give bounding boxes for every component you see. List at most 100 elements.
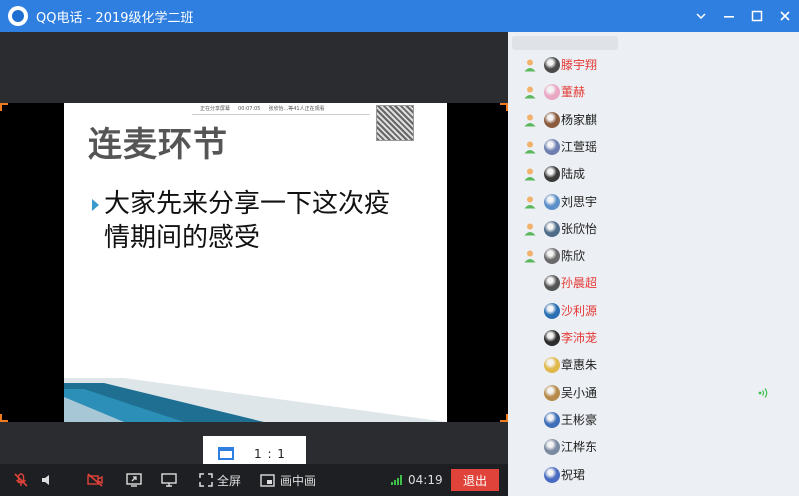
member-row[interactable]: 张欣怡	[508, 216, 799, 243]
member-row[interactable]: 沙利源	[508, 298, 799, 325]
title-bar: QQ电话 - 2019级化学二班	[0, 0, 799, 32]
frame-corner	[500, 414, 508, 422]
member-name: 陆成	[561, 167, 586, 182]
member-row[interactable]: 祝珺	[508, 462, 799, 489]
close-button[interactable]	[771, 0, 799, 32]
share-status-bar: 正在分享屏幕 00:07:05 张欣怡...等41人正在观看	[192, 103, 370, 115]
window-icon	[218, 447, 234, 460]
member-avatar	[544, 57, 560, 73]
member-name: 吴小通	[561, 385, 598, 400]
member-name: 陈欣	[561, 249, 586, 264]
member-row[interactable]: 陈欣	[508, 243, 799, 270]
member-row[interactable]: 杨家麒	[508, 107, 799, 134]
member-row[interactable]: 王彬豪	[508, 407, 799, 434]
video-area: 正在分享屏幕 00:07:05 张欣怡...等41人正在观看 连麦环节 大家先来…	[0, 32, 508, 471]
mic-muted-button[interactable]	[13, 464, 29, 496]
member-name: 滕宇翔	[561, 58, 598, 72]
member-name: 王彬豪	[561, 412, 598, 427]
member-status-icon	[524, 114, 536, 127]
member-avatar	[544, 302, 560, 319]
member-avatar	[544, 330, 560, 346]
pip-button[interactable]: 画中画	[260, 464, 316, 496]
camera-off-button[interactable]	[86, 464, 104, 496]
aspect-ratio-label: 1 : 1	[254, 446, 286, 461]
member-row[interactable]: 刘思宇	[508, 189, 799, 216]
member-avatar	[544, 439, 560, 456]
call-status: 04:19	[391, 464, 443, 496]
member-avatar	[544, 193, 560, 210]
qq-call-logo-icon	[8, 6, 28, 26]
member-avatar	[544, 466, 560, 483]
member-status-icon	[524, 86, 536, 99]
member-name: 董赫	[561, 85, 586, 100]
member-status-icon	[524, 223, 536, 236]
member-name: 章惠朱	[561, 358, 598, 373]
member-name: 沙利源	[561, 303, 598, 318]
member-search-box[interactable]	[512, 36, 618, 50]
member-row[interactable]: 陆成	[508, 161, 799, 188]
pin-icon[interactable]	[687, 0, 715, 32]
slide-bullet: 大家先来分享一下这次疫 情期间的感受	[92, 187, 432, 255]
member-status-icon	[524, 250, 536, 263]
slide-decoration	[64, 378, 447, 422]
member-row[interactable]: 江萱瑶	[508, 134, 799, 161]
member-name: 刘思宇	[561, 194, 598, 209]
member-avatar	[544, 220, 560, 237]
member-avatar	[544, 411, 560, 428]
member-row[interactable]: 滕宇翔	[508, 52, 799, 79]
share-status-text: 正在分享屏幕	[200, 106, 231, 112]
window-controls	[687, 0, 799, 32]
member-status-icon	[524, 196, 536, 208]
bullet-arrow-icon	[92, 199, 99, 211]
member-name: 江萱瑶	[561, 139, 598, 154]
member-row[interactable]: 章惠朱	[508, 352, 799, 379]
call-toolbar: 全屏 画中画 04:19 退出	[0, 464, 508, 496]
exit-call-button[interactable]: 退出	[451, 469, 499, 491]
fullscreen-label: 全屏	[217, 473, 242, 488]
share-viewers: 张欣怡...等41人正在观看	[268, 106, 325, 112]
member-row[interactable]: 李沛茏	[508, 325, 799, 352]
share-timer: 00:07:05	[238, 105, 261, 112]
frame-corner	[0, 103, 8, 111]
call-duration: 04:19	[408, 473, 443, 487]
frame-corner	[500, 103, 508, 111]
share-screen-icon	[126, 473, 142, 487]
fullscreen-button[interactable]: 全屏	[199, 464, 241, 496]
member-row[interactable]: 吴小通	[508, 380, 799, 407]
window-title: QQ电话 - 2019级化学二班	[36, 10, 194, 26]
member-status-icon	[524, 168, 536, 181]
member-name: 孙晨超	[561, 276, 598, 291]
member-avatar	[544, 275, 560, 292]
member-avatar	[544, 138, 560, 155]
signal-strength-icon	[391, 475, 402, 485]
minimize-button[interactable]	[715, 0, 743, 32]
member-name: 祝珺	[561, 467, 586, 482]
member-row[interactable]: 江桦东	[508, 434, 799, 461]
pip-label: 画中画	[280, 473, 317, 488]
qq-call-window: QQ电话 - 2019级化学二班 正在分享屏幕 00:07:05 张欣怡...等…	[0, 0, 799, 496]
slide-heading: 连麦环节	[88, 125, 228, 165]
fullscreen-icon	[199, 473, 213, 487]
member-avatar	[544, 248, 560, 265]
slide-bullet-line: 大家先来分享一下这次疫	[104, 189, 391, 219]
member-name: 杨家麒	[561, 112, 598, 127]
frame-corner	[0, 414, 8, 422]
member-name: 张欣怡	[561, 221, 598, 236]
member-avatar	[544, 357, 560, 374]
member-row[interactable]: 董赫	[508, 79, 799, 106]
slide-bullet-line: 情期间的感受	[104, 223, 261, 253]
shared-slide: 正在分享屏幕 00:07:05 张欣怡...等41人正在观看 连麦环节 大家先来…	[64, 103, 447, 422]
speaker-icon	[42, 475, 49, 485]
member-list-panel: 滕宇翔董赫杨家麒江萱瑶陆成刘思宇张欣怡陈欣孙晨超沙利源李沛茏章惠朱吴小通王彬豪江…	[508, 32, 799, 496]
maximize-button[interactable]	[743, 0, 771, 32]
member-avatar	[544, 384, 560, 401]
presentation-icon	[161, 473, 177, 487]
member-row[interactable]: 孙晨超	[508, 270, 799, 297]
share-screen-button[interactable]	[125, 464, 143, 496]
speaking-indicator-icon	[758, 387, 768, 398]
member-name: 李沛茏	[561, 331, 598, 345]
camera-off-icon	[87, 473, 103, 487]
speaker-button[interactable]	[40, 464, 56, 496]
presentation-button[interactable]	[160, 464, 178, 496]
member-avatar	[544, 111, 560, 128]
